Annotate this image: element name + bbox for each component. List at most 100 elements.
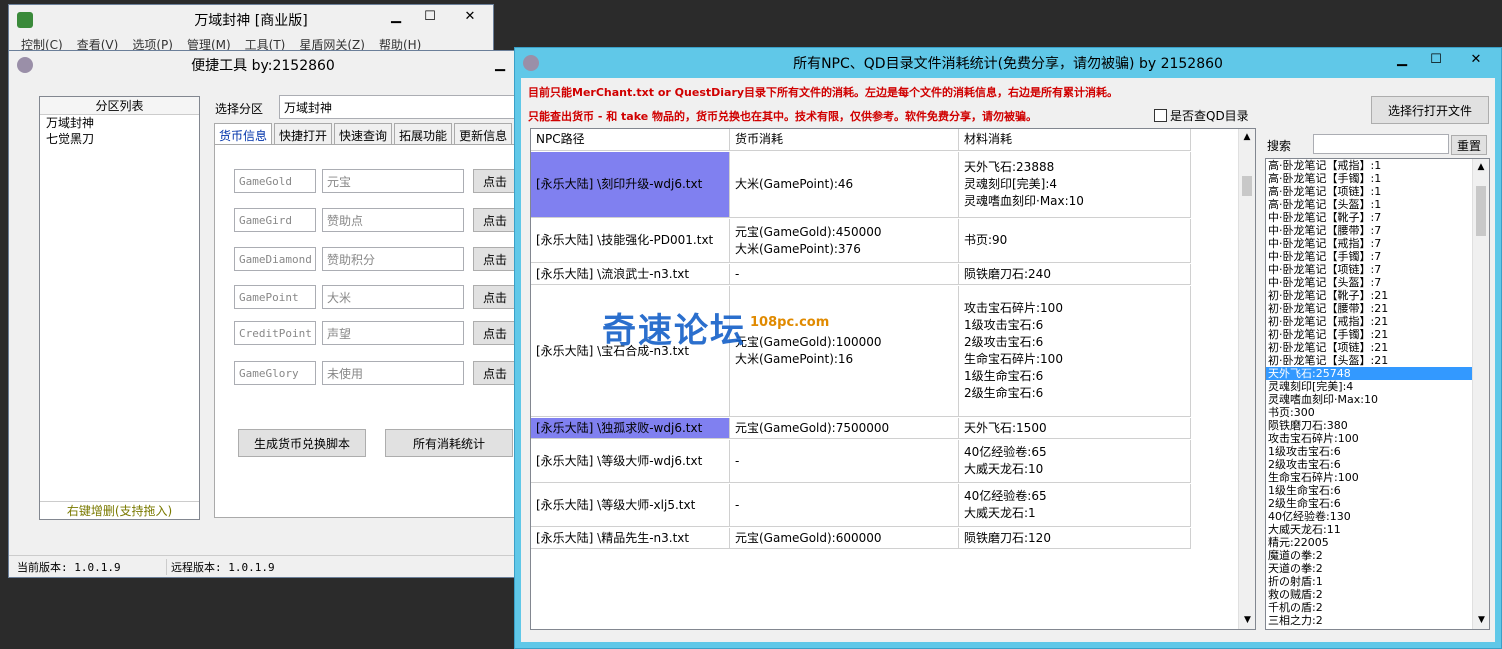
currency-name[interactable]: 未使用 (322, 361, 464, 385)
totals-scroll-down-icon[interactable]: ▼ (1473, 612, 1490, 629)
maximize-icon[interactable]: ☐ (413, 5, 447, 27)
totals-scroll-up-icon[interactable]: ▲ (1473, 159, 1489, 176)
search-label: 搜索 (1267, 139, 1292, 153)
generate-script-button[interactable]: 生成货币兑换脚本 (238, 429, 366, 457)
table-row[interactable]: [永乐大陆] \刻印升级-wdj6.txt 大米(GamePoint):46 天… (531, 152, 1191, 218)
totals-item[interactable]: 初·卧龙笔记【手镯】:21 (1266, 328, 1472, 341)
totals-item[interactable]: 灵魂刻印[完美]:4 (1266, 380, 1472, 393)
cell-path: [永乐大陆] \等级大师-xlj5.txt (531, 484, 730, 526)
totals-item[interactable]: 生命宝石碎片:100 (1266, 471, 1472, 484)
totals-item[interactable]: 40亿经验卷:130 (1266, 510, 1472, 523)
totals-item[interactable]: 救の贼盾:2 (1266, 588, 1472, 601)
totals-item[interactable]: 1级生命宝石:6 (1266, 484, 1472, 497)
totals-item[interactable]: 中·卧龙笔记【戒指】:7 (1266, 237, 1472, 250)
cell-material: 陨铁磨刀石:240 (959, 264, 1191, 284)
cell-path: [永乐大陆] \独孤求败-wdj6.txt (531, 418, 730, 438)
totals-item[interactable]: 2级攻击宝石:6 (1266, 458, 1472, 471)
totals-item[interactable]: 初·卧龙笔记【腰带】:21 (1266, 302, 1472, 315)
currency-click-button[interactable]: 点击 (473, 321, 517, 345)
totals-item[interactable]: 初·卧龙笔记【戒指】:21 (1266, 315, 1472, 328)
close-icon[interactable]: ✕ (447, 5, 493, 27)
checkbox-box[interactable] (1154, 109, 1167, 122)
currency-name[interactable]: 大米 (322, 285, 464, 309)
table-row[interactable]: [永乐大陆] \精品先生-n3.txt 元宝(GameGold):600000 … (531, 528, 1191, 549)
currency-code: GamePoint (234, 285, 316, 309)
all-stats-button[interactable]: 所有消耗统计 (385, 429, 513, 457)
cell-cost: - (730, 484, 959, 526)
stats-table[interactable]: NPC路径 货币消耗 材料消耗 [永乐大陆] \刻印升级-wdj6.txt 大米… (530, 128, 1256, 630)
stats-maximize-icon[interactable]: ☐ (1419, 48, 1453, 70)
currency-click-button[interactable]: 点击 (473, 285, 517, 309)
totals-item[interactable]: 折の射盾:1 (1266, 575, 1472, 588)
stats-close-icon[interactable]: ✕ (1453, 48, 1499, 70)
totals-item[interactable]: 初·卧龙笔记【靴子】:21 (1266, 289, 1472, 302)
totals-item[interactable]: 千机の盾:2 (1266, 601, 1472, 614)
currency-code: GameGold (234, 169, 316, 193)
cell-cost: 元宝(GameGold):7500000 (730, 418, 959, 438)
totals-item[interactable]: 高·卧龙笔记【项链】:1 (1266, 185, 1472, 198)
totals-item[interactable]: 2级生命宝石:6 (1266, 497, 1472, 510)
totals-item[interactable]: 天外飞石:25748 (1266, 367, 1472, 380)
currency-name[interactable]: 元宝 (322, 169, 464, 193)
totals-item[interactable]: 攻击宝石碎片:100 (1266, 432, 1472, 445)
currency-name[interactable]: 赞助点 (322, 208, 464, 232)
currency-name[interactable]: 声望 (322, 321, 464, 345)
partition-select[interactable]: 万域封神 (279, 95, 519, 119)
totals-item[interactable]: 中·卧龙笔记【项链】:7 (1266, 263, 1472, 276)
table-row[interactable]: [永乐大陆] \流浪武士-n3.txt - 陨铁磨刀石:240 (531, 264, 1191, 285)
totals-item[interactable]: 中·卧龙笔记【腰带】:7 (1266, 224, 1472, 237)
totals-item[interactable]: 陨铁磨刀石:380 (1266, 419, 1472, 432)
totals-item[interactable]: 中·卧龙笔记【手镯】:7 (1266, 250, 1472, 263)
totals-item[interactable]: 中·卧龙笔记【头盔】:7 (1266, 276, 1472, 289)
table-row[interactable]: [永乐大陆] \等级大师-xlj5.txt - 40亿经验卷:65 大威天龙石:… (531, 484, 1191, 527)
currency-name[interactable]: 赞助积分 (322, 247, 464, 271)
totals-list[interactable]: 高·卧龙笔记【戒指】:1 高·卧龙笔记【手镯】:1 高·卧龙笔记【项链】:1 高·卧龙… (1265, 158, 1490, 630)
minimize-icon[interactable]: ▁ (379, 5, 413, 27)
totals-item[interactable]: 中·卧龙笔记【靴子】:7 (1266, 211, 1472, 224)
table-row[interactable]: [永乐大陆] \等级大师-wdj6.txt - 40亿经验卷:65 大威天龙石:… (531, 440, 1191, 483)
totals-item[interactable]: 1级攻击宝石:6 (1266, 445, 1472, 458)
totals-scroll-thumb[interactable] (1476, 186, 1486, 236)
totals-item[interactable]: 书页:300 (1266, 406, 1472, 419)
currency-click-button[interactable]: 点击 (473, 361, 517, 385)
currency-click-button[interactable]: 点击 (473, 208, 517, 232)
totals-item[interactable]: 初·卧龙笔记【项链】:21 (1266, 341, 1472, 354)
partition-item[interactable]: 七觉黑刀 (40, 131, 199, 147)
partition-list-footer: 右键增删(支持拖入) (40, 501, 199, 519)
totals-item[interactable]: 高·卧龙笔记【头盔】:1 (1266, 198, 1472, 211)
totals-item[interactable]: 灵魂嗜血刻印·Max:10 (1266, 393, 1472, 406)
scroll-up-icon[interactable]: ▲ (1239, 129, 1255, 146)
totals-item[interactable]: 精元:22005 (1266, 536, 1472, 549)
cell-material: 40亿经验卷:65 大威天龙石:10 (959, 440, 1191, 482)
currency-click-button[interactable]: 点击 (473, 247, 517, 271)
currency-click-button[interactable]: 点击 (473, 169, 517, 193)
table-row[interactable]: [永乐大陆] \技能强化-PD001.txt 元宝(GameGold):4500… (531, 219, 1191, 263)
partition-list-header: 分区列表 (40, 97, 199, 115)
scroll-thumb[interactable] (1242, 176, 1252, 196)
totals-item[interactable]: 魔道の拳:2 (1266, 549, 1472, 562)
partition-item[interactable]: 万域封神 (40, 115, 199, 131)
table-row[interactable]: [永乐大陆] \独孤求败-wdj6.txt 元宝(GameGold):75000… (531, 418, 1191, 439)
col-header-path[interactable]: NPC路径 (531, 129, 730, 150)
qd-checkbox[interactable]: 是否查QD目录 (1154, 107, 1249, 124)
table-scrollbar[interactable]: ▲ ▼ (1238, 129, 1255, 629)
partition-list[interactable]: 分区列表 万域封神 七觉黑刀 右键增删(支持拖入) (39, 96, 200, 520)
totals-scrollbar[interactable]: ▲ ▼ (1472, 159, 1489, 629)
search-input[interactable] (1313, 134, 1449, 154)
totals-item[interactable]: 天道の拳:2 (1266, 562, 1472, 575)
totals-item[interactable]: 三相之力:2 (1266, 614, 1472, 627)
tools-minimize-icon[interactable]: ▁ (483, 53, 517, 75)
totals-item[interactable]: 高·卧龙笔记【手镯】:1 (1266, 172, 1472, 185)
currency-code: GameGird (234, 208, 316, 232)
col-header-currency[interactable]: 货币消耗 (730, 129, 959, 150)
stats-minimize-icon[interactable]: ▁ (1385, 48, 1419, 70)
totals-item[interactable]: 高·卧龙笔记【戒指】:1 (1266, 159, 1472, 172)
open-selected-file-button[interactable]: 选择行打开文件 (1371, 96, 1489, 124)
cell-cost: 元宝(GameGold):600000 (730, 528, 959, 548)
totals-item[interactable]: 初·卧龙笔记【头盔】:21 (1266, 354, 1472, 367)
reset-button[interactable]: 重置 (1451, 135, 1487, 155)
totals-item[interactable]: 大威天龙石:11 (1266, 523, 1472, 536)
table-row[interactable]: [永乐大陆] \宝石合成-n3.txt 元宝(GameGold):100000 … (531, 286, 1191, 417)
col-header-material[interactable]: 材料消耗 (959, 129, 1191, 150)
scroll-down-icon[interactable]: ▼ (1239, 612, 1255, 629)
